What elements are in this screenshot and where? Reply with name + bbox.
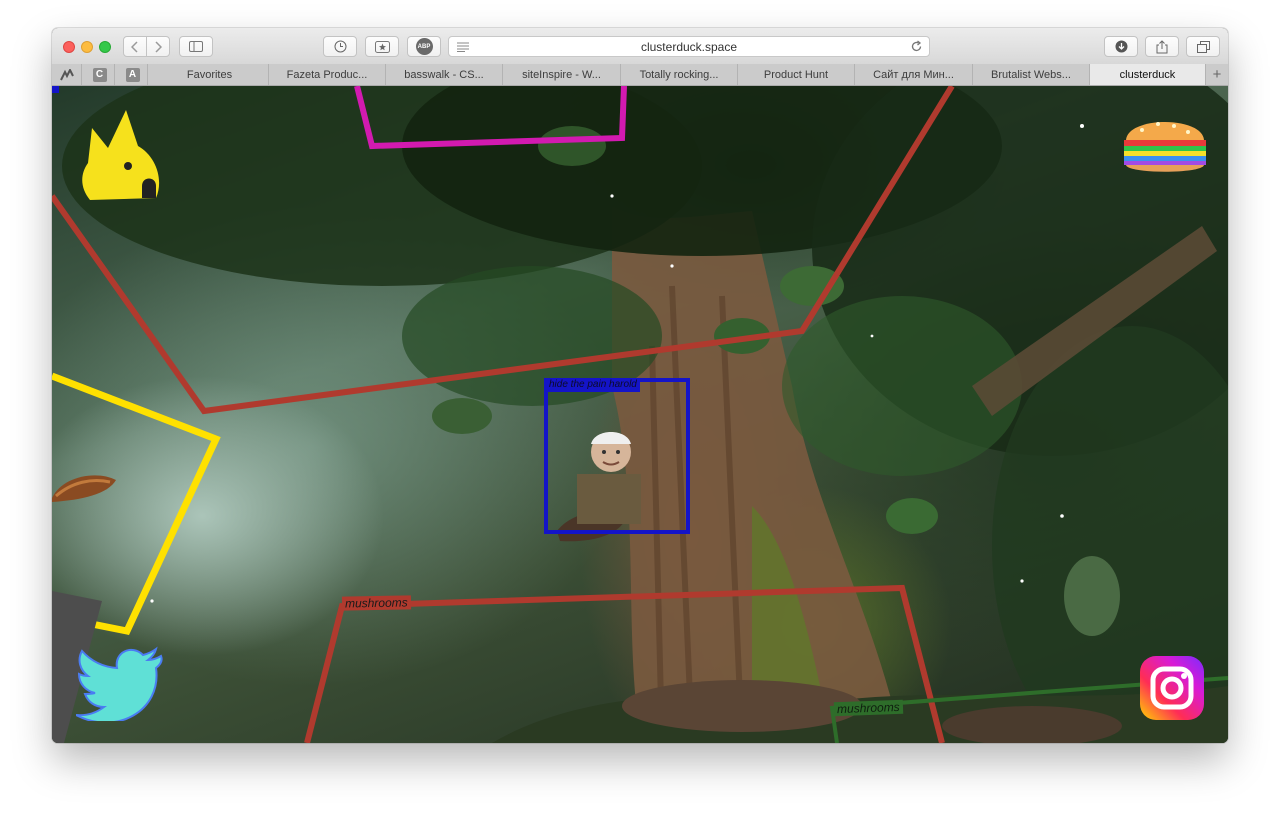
tab-label: Product Hunt: [763, 68, 829, 81]
blue-box-label[interactable]: hide the pain harold: [546, 378, 640, 392]
tab-favorites[interactable]: Favorites: [151, 64, 269, 85]
mushrooms-label-left[interactable]: mushrooms: [341, 595, 411, 611]
pinned-tab-c[interactable]: C: [85, 64, 115, 85]
tab-basswalk[interactable]: basswalk - CS...: [386, 64, 503, 85]
grid-logo-icon: [59, 68, 74, 80]
close-window-button[interactable]: [63, 41, 75, 53]
tab-siteinspire[interactable]: siteInspire - W...: [503, 64, 621, 85]
tab-label: clusterduck: [1119, 68, 1176, 81]
adblock-button[interactable]: ABP: [407, 36, 441, 57]
tab-label: Сайт для Мин...: [873, 68, 954, 81]
tab-label: Totally rocking...: [639, 68, 719, 81]
red-frame-bottom: [304, 584, 945, 743]
blue-corner: [52, 86, 59, 93]
url-text[interactable]: clusterduck.space: [449, 40, 929, 54]
yellow-dog-logo-icon[interactable]: [78, 108, 168, 203]
tab-product-hunt[interactable]: Product Hunt: [738, 64, 855, 85]
tab-label: Favorites: [186, 68, 233, 81]
tab-sait-dlya[interactable]: Сайт для Мин...: [855, 64, 973, 85]
forward-button[interactable]: [146, 36, 170, 57]
sidebar-icon: [189, 41, 203, 52]
browser-toolbar: ABP clusterduck.space: [52, 28, 1228, 65]
history-button[interactable]: [323, 36, 357, 57]
adblock-icon: ABP: [415, 38, 433, 55]
instagram-icon[interactable]: [1138, 654, 1206, 722]
pinned-c-icon: C: [92, 67, 107, 82]
tabs-icon: [1196, 40, 1210, 53]
share-button[interactable]: [1145, 36, 1179, 57]
minimize-window-button[interactable]: [81, 41, 93, 53]
new-tab-button[interactable]: +: [1206, 64, 1228, 85]
tab-label: basswalk - CS...: [404, 68, 484, 81]
back-button[interactable]: [123, 36, 147, 57]
tab-brutalist[interactable]: Brutalist Webs...: [973, 64, 1090, 85]
tab-label: Brutalist Webs...: [991, 68, 1071, 81]
browser-window: ABP clusterduck.space C A Favorites Faze…: [52, 28, 1228, 743]
tab-clusterduck[interactable]: clusterduck: [1090, 64, 1206, 85]
tab-label: Fazeta Produc...: [286, 68, 368, 81]
page-content: mushrooms mushrooms hide the pain harold: [52, 86, 1228, 743]
adblock-label: ABP: [417, 43, 431, 50]
chevron-right-icon: [155, 40, 162, 53]
share-icon: [1156, 39, 1168, 53]
downloads-button[interactable]: [1104, 36, 1138, 57]
zoom-window-button[interactable]: [99, 41, 111, 53]
frame-overlay: [52, 86, 1228, 743]
address-bar[interactable]: clusterduck.space: [448, 36, 930, 57]
tab-bar: C A Favorites Fazeta Produc... basswalk …: [52, 64, 1228, 86]
twitter-bird-icon[interactable]: [76, 646, 166, 721]
chevron-left-icon: [131, 40, 138, 53]
clock-icon: [334, 40, 346, 53]
rainbow-burger-icon[interactable]: [1122, 108, 1208, 178]
pinned-a-icon: A: [125, 67, 140, 82]
blue-frame: [544, 378, 690, 534]
bookmark-star-icon: [374, 40, 390, 53]
pinned-tab-grid[interactable]: [52, 64, 82, 85]
pinned-tab-a[interactable]: A: [118, 64, 148, 85]
red-frame-top: [52, 86, 955, 415]
tab-label: siteInspire - W...: [522, 68, 601, 81]
download-icon: [1115, 40, 1127, 53]
mushrooms-label-right[interactable]: mushrooms: [833, 699, 903, 717]
yellow-frame: [52, 372, 221, 635]
bookmarks-button[interactable]: [365, 36, 399, 57]
tab-totally-rocking[interactable]: Totally rocking...: [621, 64, 738, 85]
tab-overview-button[interactable]: [1186, 36, 1220, 57]
magenta-frame: [354, 86, 627, 150]
tab-fazeta[interactable]: Fazeta Produc...: [269, 64, 386, 85]
plus-icon: +: [1212, 66, 1222, 83]
sidebar-button[interactable]: [179, 36, 213, 57]
reload-icon[interactable]: [910, 40, 923, 53]
